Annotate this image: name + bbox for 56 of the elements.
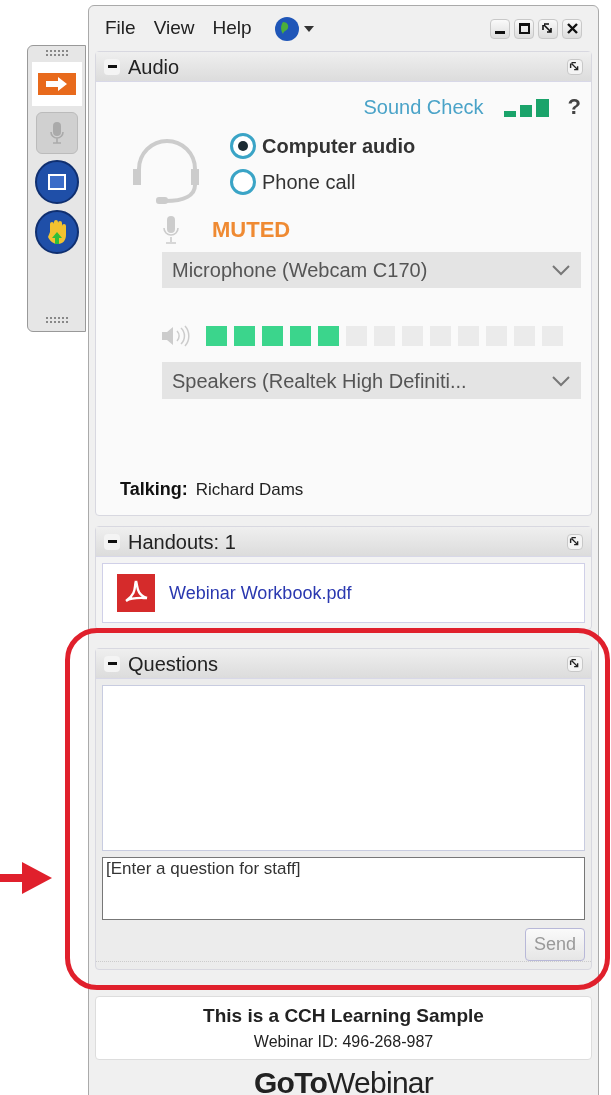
pdf-icon: [117, 574, 155, 612]
close-icon: [566, 23, 578, 34]
talking-name: Richard Dams: [195, 478, 304, 501]
raise-hand-button[interactable]: [34, 210, 79, 254]
microphone-icon: [48, 121, 65, 145]
pop-out-icon[interactable]: [567, 533, 583, 550]
restore-icon: [542, 22, 554, 35]
grip-icon[interactable]: [45, 317, 68, 323]
panel-title: Questions: [128, 651, 219, 677]
radio-option[interactable]: Computer audio: [230, 131, 416, 161]
chevron-down-icon: [551, 374, 571, 387]
menu-item[interactable]: View: [153, 14, 195, 43]
square-icon: [47, 174, 66, 190]
pop-out-icon[interactable]: [567, 655, 583, 672]
minus-icon: [107, 65, 117, 68]
help-icon[interactable]: ?: [567, 90, 581, 123]
file-row[interactable]: Webinar Workbook.pdf: [102, 563, 585, 623]
menu-item[interactable]: Help: [212, 14, 252, 43]
close-button[interactable]: [562, 18, 582, 39]
chevron-down-icon: [551, 264, 571, 276]
screen-button[interactable]: [34, 160, 79, 204]
mute-status: MUTED: [212, 216, 291, 244]
panel-title: Handouts: 1: [128, 529, 236, 555]
pop-out-icon[interactable]: [567, 58, 583, 75]
caret-icon: [303, 25, 314, 32]
panel-title: Audio: [128, 54, 180, 80]
minus-icon: [107, 662, 117, 665]
microphone-icon: [162, 214, 180, 245]
headset-icon: [132, 139, 202, 205]
file-link[interactable]: Webinar Workbook.pdf: [169, 579, 352, 607]
logo: GoToWebinar: [254, 1064, 433, 1095]
arrow-button[interactable]: [31, 62, 82, 106]
signal-bars-icon: [503, 96, 552, 117]
speaker-icon: [160, 324, 192, 348]
minus-icon: [107, 540, 117, 543]
collapse-button[interactable]: [104, 655, 120, 672]
radio-option[interactable]: Phone call: [230, 167, 416, 197]
maximize-button[interactable]: [514, 18, 534, 39]
radio-button[interactable]: [230, 133, 256, 159]
globe-icon: [273, 15, 300, 42]
radio-button[interactable]: [230, 169, 256, 195]
menu-item[interactable]: File: [105, 14, 136, 43]
collapse-button[interactable]: [104, 533, 120, 550]
minimize-icon: [495, 31, 505, 34]
restore-button[interactable]: [538, 18, 558, 39]
info-title: This is a CCH Learning Sample: [203, 1003, 484, 1028]
microphone-dropdown[interactable]: Microphone (Webcam C170): [162, 252, 581, 288]
question-input-field[interactable]: [Enter a question for staff]: [102, 857, 585, 921]
minimize-button[interactable]: [490, 18, 510, 39]
maximize-icon: [518, 23, 530, 34]
collapse-button[interactable]: [104, 58, 120, 75]
speakers-dropdown[interactable]: Speakers (Realtek High Definiti...: [162, 362, 581, 399]
webinar-id: Webinar ID: 496-268-987: [253, 1032, 434, 1053]
grip-icon[interactable]: [45, 50, 68, 56]
talking-label: Talking:: [120, 478, 188, 501]
language-button[interactable]: [273, 15, 314, 42]
